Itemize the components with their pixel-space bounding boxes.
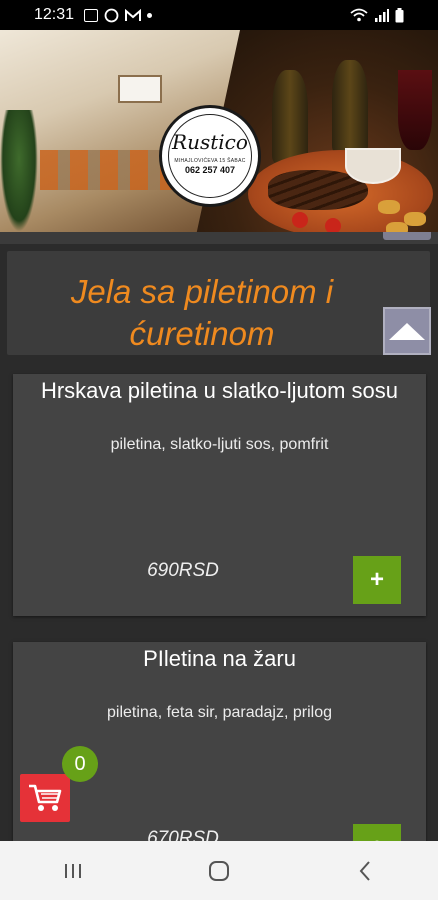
product-price: 690RSD (147, 560, 219, 581)
product-name: Hrskava piletina u slatko-ljutom sosu (40, 378, 399, 403)
potato-image (386, 222, 408, 232)
home-icon (209, 860, 229, 881)
signal-icon (375, 9, 389, 22)
product-description: piletina, feta sir, paradajz, prilog (106, 704, 332, 721)
navigation-bar (0, 841, 438, 900)
shopping-cart-icon (29, 784, 62, 811)
oil-bottle-image (272, 70, 308, 166)
recent-apps-button[interactable] (53, 856, 93, 886)
image-icon (84, 8, 99, 22)
cart-count-badge: 0 (62, 746, 98, 782)
window-image (118, 75, 162, 103)
battery-icon (395, 7, 404, 22)
plant-image (0, 110, 38, 232)
scroll-to-top-button[interactable] (383, 307, 431, 355)
category-header: Jela sa piletinom i ćuretinom (7, 251, 430, 355)
oil-bottle-image (332, 60, 368, 156)
add-to-cart-button[interactable]: + (353, 556, 401, 604)
wifi-icon (350, 8, 368, 22)
triangle-up-icon (389, 322, 425, 340)
recent-apps-icon (65, 863, 81, 878)
product-name: PIletina na žaru (143, 646, 296, 671)
tomato-image (325, 218, 341, 232)
sauce-bowl-image (345, 148, 401, 184)
restaurant-logo: Rustico MIHAJLOVIĆEVA 15 ŠABAC 062 257 4… (159, 105, 261, 207)
home-button[interactable] (199, 856, 239, 886)
scroll-strip (0, 232, 438, 244)
potato-image (404, 212, 426, 226)
dot-icon (147, 12, 153, 18)
scroll-up-button-previous[interactable] (383, 232, 431, 240)
potato-image (378, 200, 400, 214)
back-button[interactable] (345, 856, 385, 886)
wine-glass-image (398, 70, 432, 150)
cart-button[interactable] (20, 774, 70, 822)
status-time: 12:31 (34, 6, 75, 23)
category-title: Jela sa piletinom i ćuretinom (70, 273, 334, 352)
tomato-image (292, 212, 308, 228)
gmail-icon (125, 8, 142, 21)
product-card: Hrskava piletina u slatko-ljutom sosu pi… (13, 374, 426, 616)
viber-icon (104, 8, 119, 22)
back-icon (359, 860, 370, 881)
product-description: piletina, slatko-ljuti sos, pomfrit (110, 436, 329, 453)
header-banner: Rustico MIHAJLOVIĆEVA 15 ŠABAC 062 257 4… (0, 30, 438, 232)
status-bar: 12:31 (0, 0, 438, 30)
